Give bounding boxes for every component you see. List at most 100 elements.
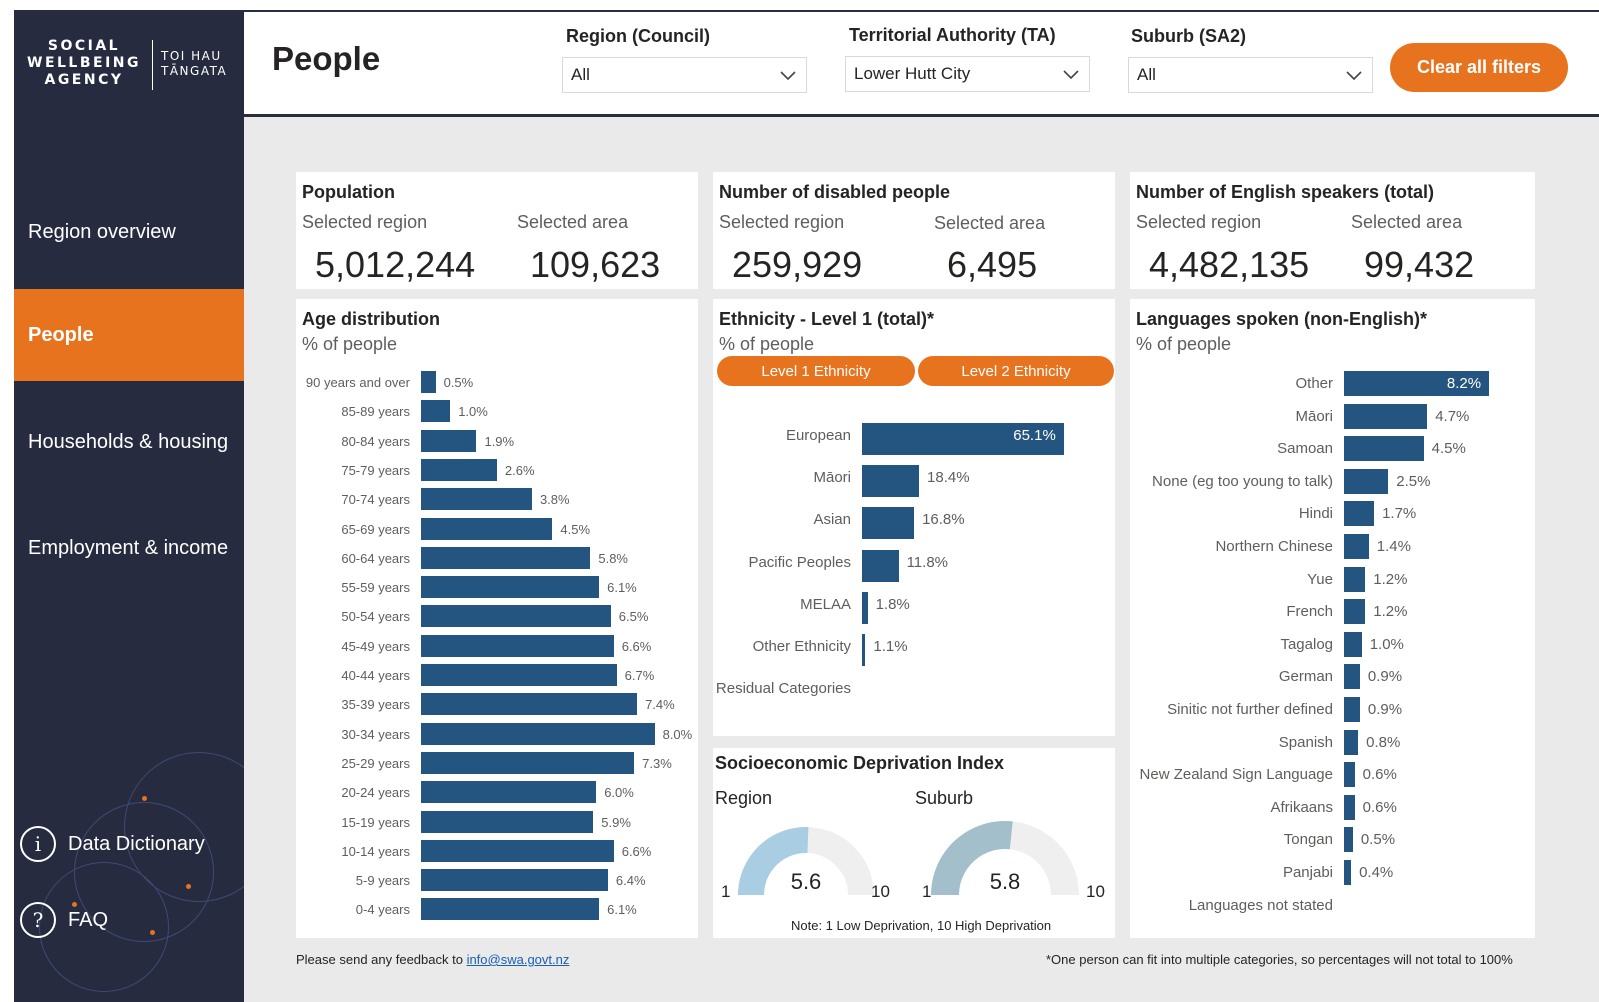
bar[interactable]	[421, 488, 532, 511]
sidebar-item-region-overview[interactable]: Region overview	[14, 208, 244, 256]
bar-row: Other Ethnicity 1.1%	[713, 634, 1115, 666]
bar[interactable]	[862, 591, 868, 624]
bar[interactable]	[862, 507, 915, 540]
ta-select[interactable]: Lower Hutt City	[845, 56, 1090, 92]
bar[interactable]	[421, 429, 477, 452]
sidebar-item-people[interactable]: People	[14, 289, 244, 381]
bar[interactable]	[1344, 697, 1360, 722]
bar-value-label: 2.6%	[504, 462, 535, 478]
bar-category-label: Yue	[1307, 570, 1333, 588]
bar-category-label: Pacific Peoples	[748, 553, 851, 571]
faq-link[interactable]: ? FAQ	[20, 902, 108, 938]
bar-row: Tongan 0.5%	[1130, 827, 1535, 853]
bar[interactable]	[421, 634, 614, 657]
bar[interactable]	[421, 839, 614, 862]
bar[interactable]	[421, 869, 608, 892]
bar[interactable]	[421, 576, 600, 599]
clear-filters-button[interactable]: Clear all filters	[1390, 43, 1568, 92]
bar[interactable]	[1344, 827, 1353, 853]
bar-category-label: Māori	[813, 469, 851, 487]
bar[interactable]	[1344, 501, 1375, 527]
bar-value-label: 6.5%	[618, 609, 649, 625]
bar[interactable]	[421, 898, 600, 921]
suburb-select[interactable]: All	[1128, 57, 1373, 93]
bar[interactable]	[421, 546, 591, 569]
filter-label-suburb: Suburb (SA2)	[1131, 26, 1246, 46]
bar-row: 50-54 years 6.5%	[296, 605, 698, 629]
logo-line: SOCIAL	[47, 38, 121, 54]
sidebar: SOCIAL WELLBEING AGENCY TOI HAU TĀNGATA …	[14, 12, 244, 1002]
bar-category-label: Panjabi	[1282, 864, 1333, 881]
suburb-select-value: All	[1137, 65, 1156, 84]
bar-category-label: Other Ethnicity	[752, 638, 851, 655]
bar[interactable]	[1344, 664, 1360, 690]
bar[interactable]	[1344, 599, 1366, 625]
bar-row: Panjabi 0.4%	[1130, 860, 1535, 885]
decorative-dot	[142, 796, 147, 801]
bar-category-label: Sinitic not further defined	[1167, 701, 1333, 718]
bar[interactable]	[1344, 762, 1355, 788]
bar[interactable]	[1344, 794, 1355, 820]
bar[interactable]	[421, 605, 611, 628]
bar-category-label: 45-49 years	[341, 638, 410, 654]
filter-label-region: Region (Council)	[566, 26, 710, 46]
bar[interactable]	[421, 693, 638, 716]
sidebar-item-employment-income[interactable]: Employment & income	[14, 524, 244, 572]
header: People Region (Council) All Territorial …	[244, 12, 1599, 115]
sidebar-item-label: Households & housing	[28, 430, 229, 453]
bar[interactable]	[1344, 436, 1424, 462]
bar[interactable]	[421, 781, 597, 804]
region-select-value: All	[571, 65, 590, 84]
suburb-gauge-max: 10	[1086, 882, 1105, 901]
bar[interactable]	[1344, 729, 1359, 755]
data-dictionary-link[interactable]: i Data Dictionary	[20, 826, 205, 862]
bar-value-label: 4.5%	[560, 521, 591, 537]
bar[interactable]	[421, 517, 553, 540]
sidebar-item-label: Region overview	[28, 220, 176, 243]
bar-value-label: 65.1%	[1013, 427, 1056, 444]
bar-row: 25-29 years 7.3%	[296, 751, 698, 776]
bar[interactable]	[862, 549, 899, 582]
age-distribution-card: Age distribution % of people 90 years an…	[296, 299, 698, 938]
bar[interactable]	[1344, 534, 1369, 559]
bar-row: 0-4 years 6.1%	[296, 898, 698, 922]
bar-category-label: 50-54 years	[341, 609, 410, 625]
bar-row: 75-79 years 2.6%	[296, 458, 698, 483]
bar[interactable]	[1344, 566, 1366, 592]
bar[interactable]	[1344, 631, 1362, 657]
logo-divider	[152, 40, 153, 90]
bar-category-label: 5-9 years	[355, 873, 410, 889]
bar-row: 85-89 years 1.0%	[296, 400, 698, 424]
bar-value-label: 4.7%	[1435, 407, 1470, 425]
bar-value-label: 7.3%	[642, 755, 672, 771]
bar-row: Tagalog 1.0%	[1130, 631, 1535, 657]
bar-category-label: 0-4 years	[355, 902, 410, 918]
bar[interactable]	[421, 400, 451, 423]
bar[interactable]	[421, 722, 655, 745]
bar[interactable]	[421, 810, 594, 833]
bar-category-label: 85-89 years	[341, 404, 410, 420]
region-select[interactable]: All	[562, 57, 807, 93]
bar-row: Spanish 0.8%	[1130, 729, 1535, 755]
bar[interactable]	[862, 634, 866, 666]
filter-label-ta: Territorial Authority (TA)	[849, 25, 1056, 45]
bar[interactable]	[421, 751, 635, 774]
bar[interactable]	[421, 664, 617, 686]
bar-row: Northern Chinese 1.4%	[1130, 534, 1535, 559]
bar-category-label: Samoan	[1277, 440, 1333, 458]
bar-row: New Zealand Sign Language 0.6%	[1130, 762, 1535, 788]
bar[interactable]	[421, 458, 497, 481]
kpi-disabled-card: Number of disabled people Selected regio…	[713, 172, 1115, 289]
bar-category-label: 30-34 years	[341, 726, 410, 742]
bar-value-label: 6.7%	[624, 668, 655, 683]
bar-value-label: 1.7%	[1382, 505, 1417, 523]
bar-row: Pacific Peoples 11.8%	[713, 549, 1115, 582]
feedback-email-link[interactable]: info@swa.govt.nz	[467, 952, 570, 967]
bar[interactable]	[421, 371, 436, 393]
sidebar-item-households-housing[interactable]: Households & housing	[14, 418, 244, 466]
bar[interactable]	[1344, 860, 1352, 885]
bar[interactable]	[862, 465, 920, 498]
bar[interactable]	[1344, 403, 1428, 429]
bar[interactable]	[1344, 468, 1389, 494]
bar-value-label: 1.9%	[484, 433, 515, 449]
